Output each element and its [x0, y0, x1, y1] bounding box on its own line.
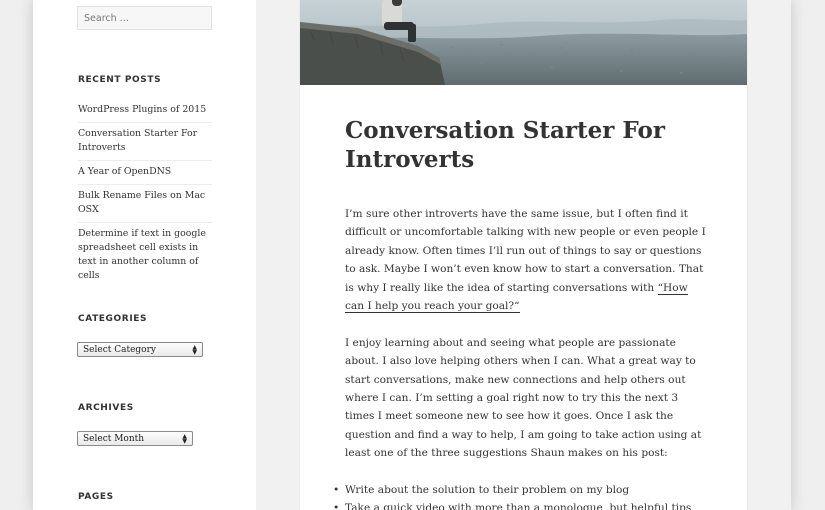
recent-post-link[interactable]: WordPress Plugins of 2015	[78, 99, 212, 123]
category-select-value: Select Category	[83, 344, 156, 355]
article: Conversation Starter For Introverts I’m …	[300, 0, 747, 510]
search-placeholder: Search …	[84, 12, 130, 24]
pages-heading: PAGES	[78, 492, 114, 502]
archive-month-select[interactable]: Select Month ▲ ▼	[77, 431, 193, 446]
post-content: I’m sure other introverts have the same …	[333, 205, 707, 510]
archives-heading: ARCHIVES	[78, 403, 134, 413]
select-arrows-icon: ▲ ▼	[182, 432, 187, 445]
category-select[interactable]: Select Category ▲ ▼	[77, 342, 203, 357]
search-input[interactable]: Search …	[77, 6, 212, 30]
recent-post-link[interactable]: A Year of OpenDNS	[78, 161, 212, 185]
recent-post-link[interactable]: Determine if text in google spreadsheet …	[78, 223, 212, 288]
featured-image	[300, 0, 747, 85]
recent-posts-list: WordPress Plugins of 2015 Conversation S…	[78, 99, 212, 288]
list-item: Take a quick video with more than a mono…	[333, 499, 707, 510]
post-title: Conversation Starter For Introverts	[345, 117, 665, 173]
recent-post-link[interactable]: Bulk Rename Files on Mac OSX	[78, 185, 212, 223]
post-paragraph: I’m sure other introverts have the same …	[345, 205, 707, 315]
recent-posts-heading: RECENT POSTS	[78, 75, 162, 85]
recent-post-link[interactable]: Conversation Starter For Introverts	[78, 123, 212, 161]
select-arrows-icon: ▲ ▼	[192, 343, 197, 356]
post-paragraph: I enjoy learning about and seeing what p…	[345, 336, 702, 460]
paragraph-text: I’m sure other introverts have the same …	[345, 208, 706, 294]
archive-select-value: Select Month	[83, 433, 145, 444]
featured-image-scene	[300, 0, 747, 85]
categories-heading: CATEGORIES	[78, 314, 148, 324]
list-item: Write about the solution to their proble…	[333, 481, 707, 500]
suggestion-list: Write about the solution to their proble…	[333, 481, 707, 510]
